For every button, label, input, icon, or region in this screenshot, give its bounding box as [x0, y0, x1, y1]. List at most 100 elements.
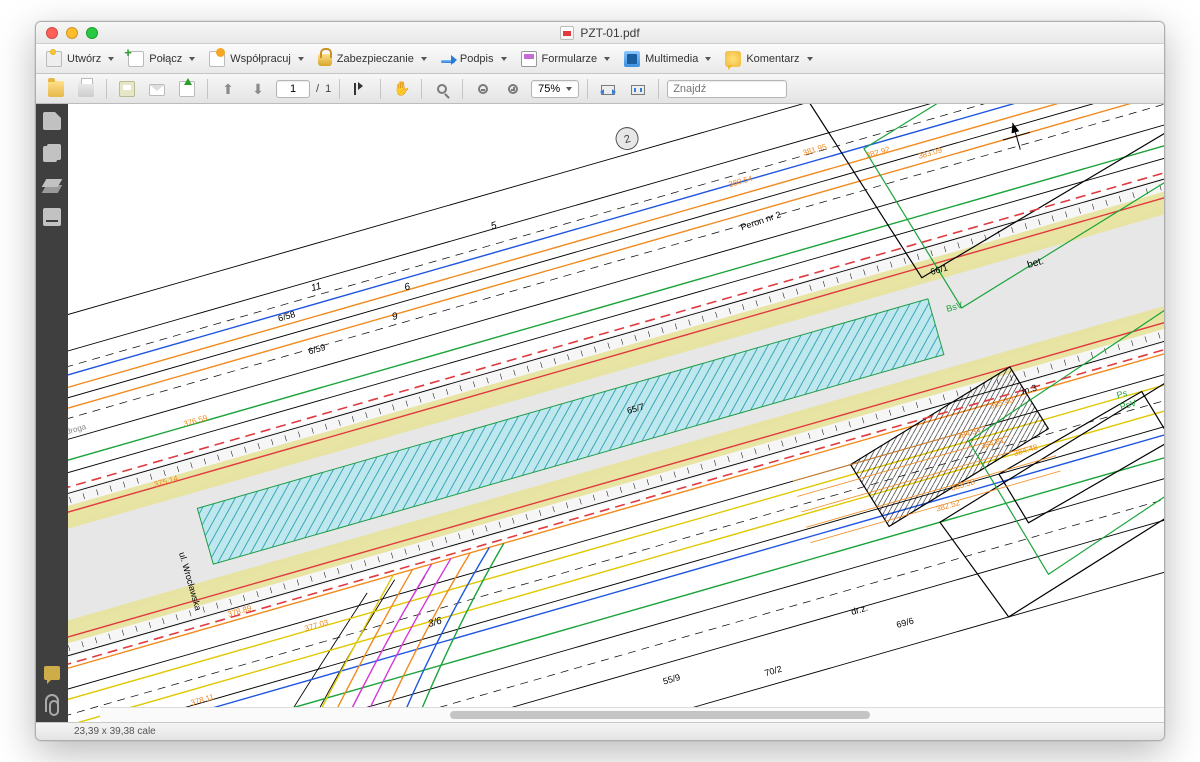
app-window: PZT-01.pdf Utwórz Połącz Współpracuj Zab…: [35, 21, 1165, 741]
menubar: Utwórz Połącz Współpracuj Zabezpieczanie…: [36, 44, 1164, 74]
chevron-down-icon: [421, 57, 427, 61]
menu-comment-label: Komentarz: [746, 53, 799, 65]
upload-icon: [179, 81, 195, 97]
svg-text:6: 6: [403, 281, 412, 293]
arrow-down-icon: ⬇: [250, 81, 266, 97]
zoom-select[interactable]: [531, 80, 579, 98]
upload-button[interactable]: [175, 78, 199, 100]
prev-page-button[interactable]: ⬆: [216, 78, 240, 100]
svg-text:5: 5: [490, 220, 499, 232]
svg-text:382.92: 382.92: [865, 145, 892, 161]
svg-text:6/59: 6/59: [307, 342, 327, 356]
page-total: 1: [325, 83, 331, 95]
menu-create-label: Utwórz: [67, 53, 101, 65]
minimize-window-button[interactable]: [66, 27, 78, 39]
folder-open-icon: [48, 81, 64, 97]
svg-text:6/58: 6/58: [277, 309, 297, 323]
svg-text:PsV: PsV: [1119, 398, 1138, 412]
svg-text:69/6: 69/6: [895, 616, 915, 630]
email-button[interactable]: [145, 78, 169, 100]
select-tool-button[interactable]: [348, 78, 372, 100]
sidebar-signatures[interactable]: [43, 208, 61, 226]
svg-text:381.95: 381.95: [802, 142, 829, 158]
svg-text:dr.z.: dr.z.: [850, 603, 869, 617]
separator: [380, 79, 381, 99]
sidebar-comments[interactable]: [44, 666, 60, 680]
pen-icon: [441, 60, 455, 63]
svg-text:Peron nr 2: Peron nr 2: [739, 209, 782, 232]
multimedia-icon: [624, 51, 640, 67]
menu-forms[interactable]: Formularze: [521, 51, 611, 67]
menu-secure[interactable]: Zabezpieczanie: [318, 52, 427, 66]
separator: [587, 79, 588, 99]
menu-multimedia-label: Multimedia: [645, 53, 698, 65]
marquee-zoom-button[interactable]: [430, 78, 454, 100]
search-input[interactable]: [673, 83, 781, 95]
titlebar: PZT-01.pdf: [36, 22, 1164, 44]
lock-icon: [318, 54, 332, 66]
zoom-window-button[interactable]: [86, 27, 98, 39]
chevron-down-icon: [705, 57, 711, 61]
svg-text:55/9: 55/9: [662, 672, 682, 686]
menu-comment[interactable]: Komentarz: [725, 51, 812, 67]
search-field[interactable]: [667, 80, 787, 98]
chevron-down-icon: [604, 57, 610, 61]
status-bar: 23,39 x 39,38 cale: [36, 722, 1164, 740]
comment-icon: [725, 51, 741, 67]
document-viewport[interactable]: 2 ul. Wrocławska 65/9 6/58 6/59: [68, 104, 1164, 722]
pdf-file-icon: [560, 26, 574, 40]
toolbar: ⬆ ⬇ / 1 ✋: [36, 74, 1164, 104]
separator: [106, 79, 107, 99]
horizontal-scrollbar[interactable]: [100, 707, 1164, 722]
hand-tool-button[interactable]: ✋: [389, 78, 413, 100]
separator: [421, 79, 422, 99]
menu-multimedia[interactable]: Multimedia: [624, 51, 711, 67]
chevron-down-icon: [189, 57, 195, 61]
separator: [658, 79, 659, 99]
svg-text:m.3: m.3: [1021, 383, 1038, 397]
open-button[interactable]: [44, 78, 68, 100]
menu-create[interactable]: Utwórz: [46, 51, 114, 67]
menu-collaborate[interactable]: Współpracuj: [209, 51, 304, 67]
separator: [462, 79, 463, 99]
menu-secure-label: Zabezpieczanie: [337, 53, 414, 65]
fit-width-button[interactable]: [596, 78, 620, 100]
svg-text:9: 9: [391, 311, 400, 323]
svg-text:Ps: Ps: [1115, 388, 1128, 401]
sidebar-bookmarks[interactable]: [43, 144, 61, 162]
hand-icon: ✋: [393, 81, 409, 97]
sidebar-page-thumbnails[interactable]: [43, 112, 61, 130]
create-icon: [46, 51, 62, 67]
print-button[interactable]: [74, 78, 98, 100]
combine-icon: [128, 51, 144, 67]
page-separator: /: [316, 83, 319, 95]
save-button[interactable]: [115, 78, 139, 100]
close-window-button[interactable]: [46, 27, 58, 39]
chevron-down-icon: [566, 87, 572, 91]
next-page-button[interactable]: ⬇: [246, 78, 270, 100]
zoom-in-button[interactable]: [501, 78, 525, 100]
zoom-out-button[interactable]: [471, 78, 495, 100]
text-select-icon: [352, 81, 368, 97]
body: 2 ul. Wrocławska 65/9 6/58 6/59: [36, 104, 1164, 722]
menu-sign[interactable]: Podpis: [441, 53, 507, 65]
fit-page-icon: [631, 85, 645, 95]
scrollbar-thumb[interactable]: [450, 711, 870, 719]
separator: [339, 79, 340, 99]
menu-sign-label: Podpis: [460, 53, 494, 65]
separator: [207, 79, 208, 99]
sidebar-attachments[interactable]: [45, 694, 59, 712]
sidebar-layers[interactable]: [43, 176, 61, 194]
menu-combine[interactable]: Połącz: [128, 51, 195, 67]
menu-collaborate-label: Współpracuj: [230, 53, 291, 65]
zoom-in-icon: [508, 84, 518, 94]
forms-icon: [521, 51, 537, 67]
zoom-icon: [437, 84, 447, 94]
save-icon: [119, 81, 135, 97]
zoom-value-input[interactable]: [532, 83, 566, 95]
page-number-input[interactable]: [276, 80, 310, 98]
chevron-down-icon: [108, 57, 114, 61]
fit-width-icon: [601, 85, 615, 95]
zoom-out-icon: [478, 84, 488, 94]
fit-page-button[interactable]: [626, 78, 650, 100]
